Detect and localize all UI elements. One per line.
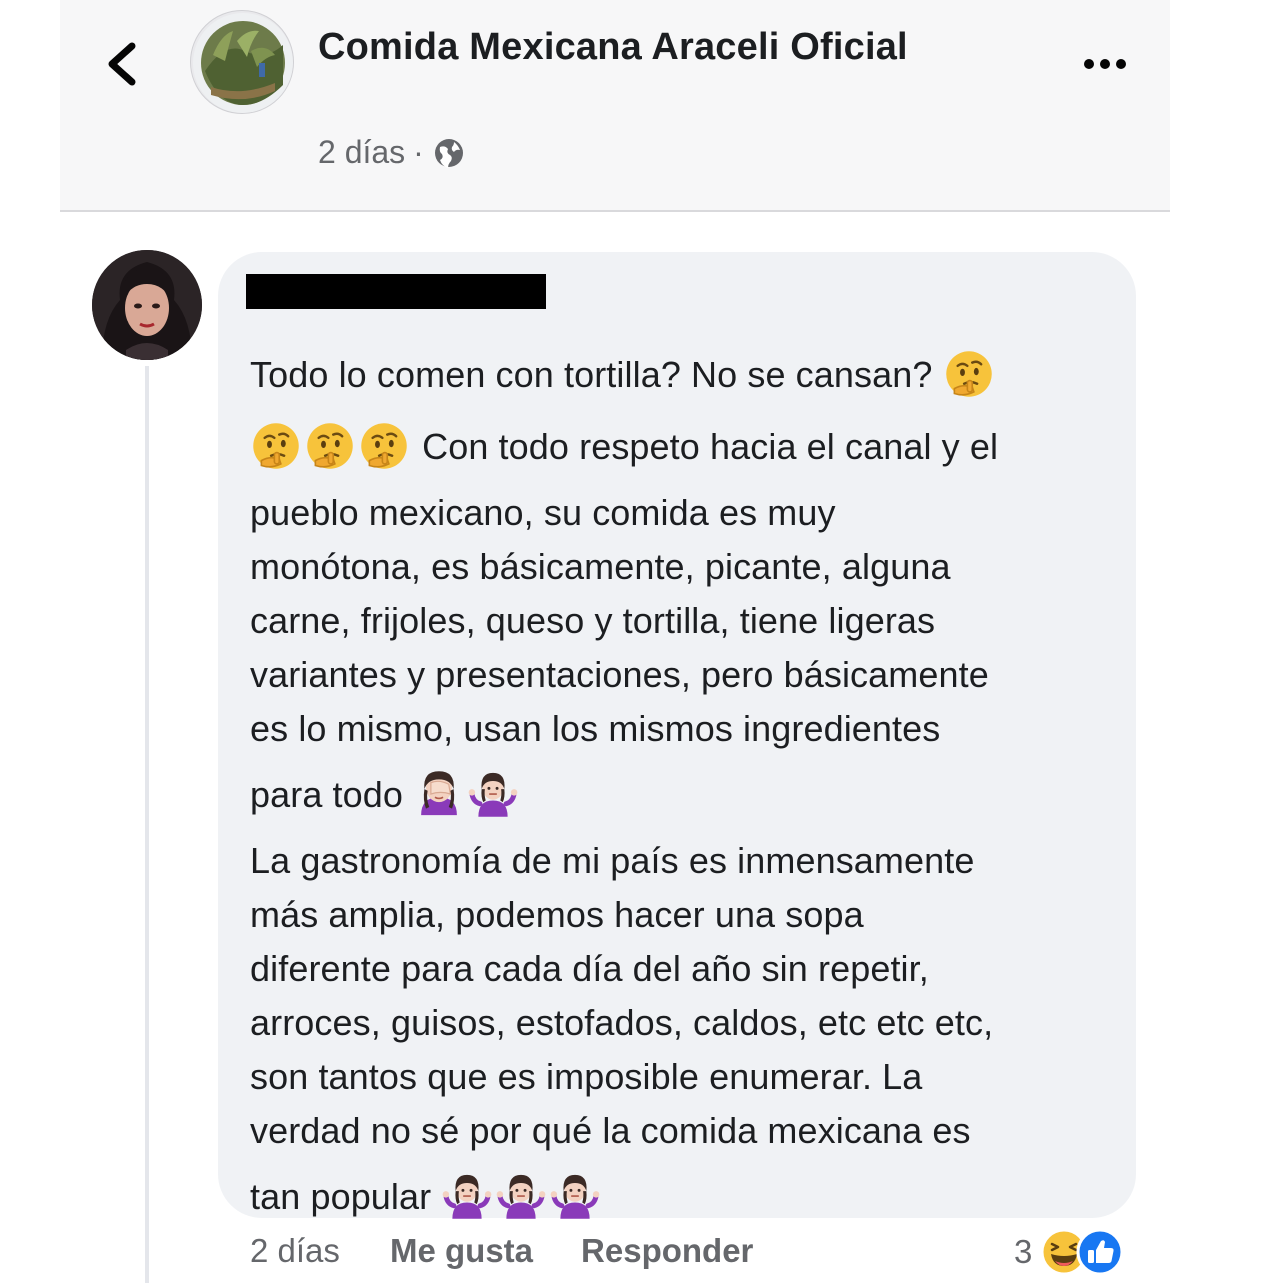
like-button[interactable]: Me gusta bbox=[390, 1232, 533, 1270]
meta-separator: · bbox=[413, 134, 424, 170]
comment-line: verdad no sé por qué la comida mexicana … bbox=[250, 1110, 971, 1151]
commenter-avatar[interactable] bbox=[92, 250, 202, 360]
page-avatar[interactable] bbox=[190, 10, 294, 114]
like-reaction-icon bbox=[1076, 1228, 1124, 1276]
woman-shrugging-emoji bbox=[549, 1170, 601, 1222]
thinking-face-emoji bbox=[304, 420, 356, 472]
comment-line: para todo bbox=[250, 762, 1110, 828]
reply-button[interactable]: Responder bbox=[581, 1232, 753, 1270]
globe-icon bbox=[434, 138, 463, 168]
thread-line bbox=[145, 366, 149, 1283]
comment-line: Todo lo comen con tortilla? No se cansan… bbox=[250, 342, 1110, 408]
more-horizontal-icon[interactable] bbox=[1080, 52, 1130, 76]
comment-bubble: Todo lo comen con tortilla? No se cansan… bbox=[218, 252, 1136, 1218]
thinking-face-emoji bbox=[943, 348, 995, 400]
comment-line: variantes y presentaciones, pero básicam… bbox=[250, 654, 989, 695]
comment-time[interactable]: 2 días bbox=[250, 1232, 390, 1270]
comment-line: tan popular bbox=[250, 1164, 1110, 1230]
comment-line: La gastronomía de mi país es inmensament… bbox=[250, 840, 975, 881]
comment-line: carne, frijoles, queso y tortilla, tiene… bbox=[250, 600, 936, 641]
comment-line: arroces, guisos, estofados, caldos, etc … bbox=[250, 1002, 994, 1043]
comment-line: son tantos que es imposible enumerar. La bbox=[250, 1056, 923, 1097]
woman-shrugging-emoji bbox=[495, 1170, 547, 1222]
comment-actions: 2 días Me gusta Responder bbox=[250, 1232, 801, 1270]
reaction-count: 3 bbox=[1014, 1233, 1033, 1270]
comment-line: Con todo respeto hacia el canal y el bbox=[250, 414, 1110, 480]
comment-line: monótona, es básicamente, picante, algun… bbox=[250, 546, 951, 587]
comment-line: es lo mismo, usan los mismos ingrediente… bbox=[250, 708, 941, 749]
woman-shrugging-emoji bbox=[467, 768, 519, 820]
post-time[interactable]: 2 días bbox=[318, 134, 405, 171]
thinking-face-emoji bbox=[358, 420, 410, 472]
comment-text: Todo lo comen con tortilla? No se cansan… bbox=[250, 336, 1110, 1236]
page-name[interactable]: Comida Mexicana Araceli Oficial bbox=[318, 26, 908, 69]
commenter-avatar-image bbox=[92, 250, 202, 360]
post-header: Comida Mexicana Araceli Oficial 2 días · bbox=[60, 0, 1170, 212]
woman-facepalming-emoji bbox=[413, 768, 465, 820]
chevron-left-icon[interactable] bbox=[100, 38, 144, 90]
comment-line: más amplia, podemos hacer una sopa bbox=[250, 894, 864, 935]
comment-line: diferente para cada día del año sin repe… bbox=[250, 948, 929, 989]
comment-line: pueblo mexicano, su comida es muy bbox=[250, 492, 836, 533]
post-meta: 2 días · bbox=[318, 134, 466, 171]
commenter-name-redacted bbox=[246, 274, 546, 309]
woman-shrugging-emoji bbox=[441, 1170, 493, 1222]
thinking-face-emoji bbox=[250, 420, 302, 472]
page-avatar-image bbox=[193, 13, 293, 113]
reactions-summary[interactable]: 3 bbox=[1014, 1228, 1124, 1276]
